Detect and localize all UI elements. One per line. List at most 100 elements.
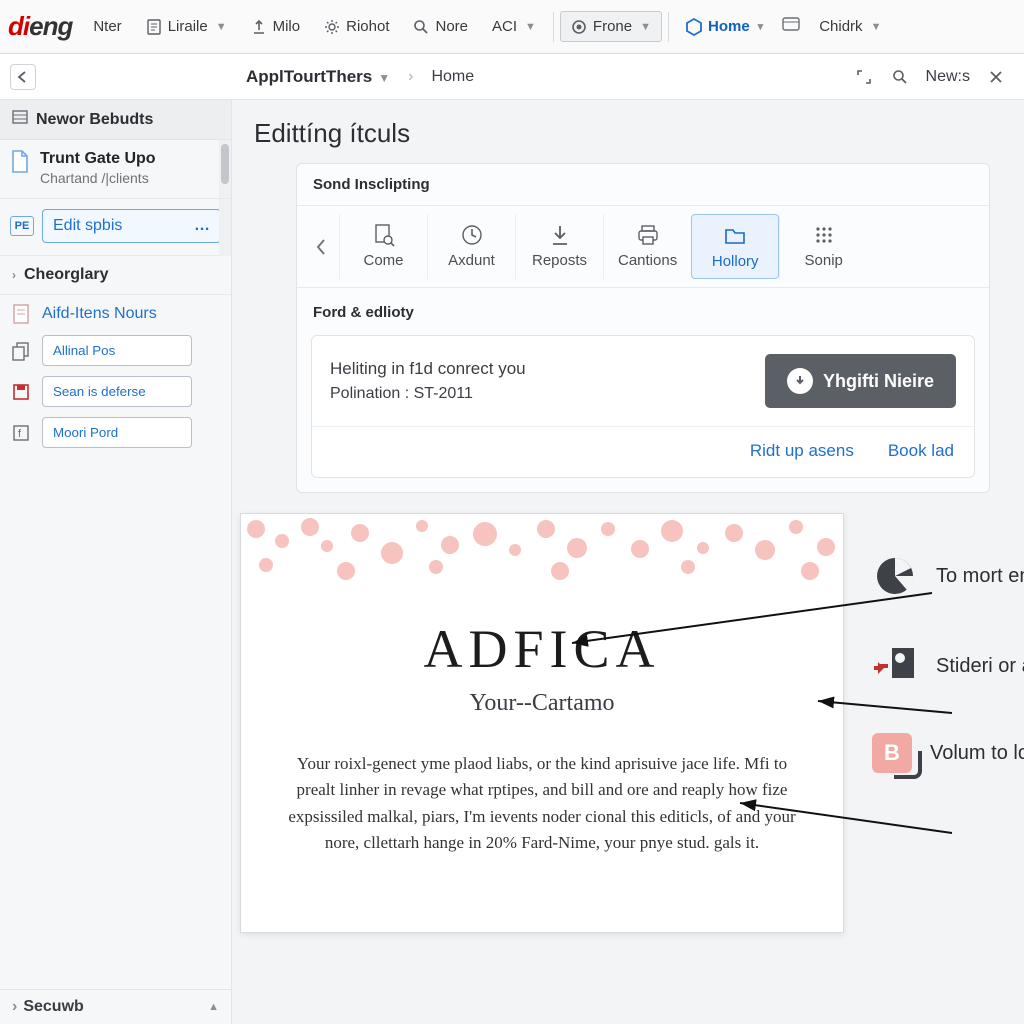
sidebar-btn-allinal[interactable]: Allinal Pos <box>42 335 192 366</box>
news-link[interactable]: New:s <box>926 68 970 86</box>
toolbar-sonip[interactable]: Sonip <box>779 214 867 279</box>
panel-head: Sond Insclipting <box>297 164 989 206</box>
sidebar-scrollbar[interactable]: Trunt Gate Upo Chartand /|clients PE Edi… <box>0 140 231 256</box>
menu-chidrk[interactable]: Chidrk▼ <box>808 11 892 42</box>
download-card: Heliting in f1d conrect you Polination :… <box>311 335 975 478</box>
chevron-down-icon: ▼ <box>216 21 227 33</box>
upload-icon <box>251 19 267 35</box>
callout-3: B Volum to loum labe! <box>872 733 1024 773</box>
menu-riohot[interactable]: Riohot <box>313 11 400 42</box>
toolbar-reposts[interactable]: Reposts <box>515 214 603 279</box>
folder-icon <box>724 225 746 247</box>
chevron-down-icon: ▾ <box>758 20 764 33</box>
project-title: Trunt Gate Upo <box>40 150 221 168</box>
toolbar-come[interactable]: Come <box>339 214 427 279</box>
download-button[interactable]: Yhgifti Nieire <box>765 354 956 408</box>
sidebar-section-cheorglary[interactable]: › Cheorglary <box>0 256 231 295</box>
menu-frone[interactable]: Frone▼ <box>560 11 662 42</box>
file-icon <box>10 150 30 174</box>
menu-separator <box>668 12 669 42</box>
sheet-icon <box>10 303 32 325</box>
search-icon <box>413 19 429 35</box>
subheader: ApplTourtThers▼ › Home New:s <box>0 54 1024 100</box>
breadcrumb-separator: › <box>408 68 413 86</box>
grid-icon <box>813 224 835 246</box>
ellipsis-icon: … <box>194 217 210 235</box>
list-icon <box>12 110 28 129</box>
edit-chip[interactable]: Edit spbis … <box>42 209 221 243</box>
chevron-down-icon: ▼ <box>525 21 536 33</box>
main-content: Edittíng ítculs Sond Insclipting Come Ax… <box>232 100 1024 1024</box>
sidebar-project[interactable]: Trunt Gate Upo Chartand /|clients <box>0 140 231 199</box>
back-button[interactable] <box>10 64 36 90</box>
card-link-ridt[interactable]: Ridt up asens <box>750 441 854 461</box>
sidebar-btn-sean[interactable]: Sean is deferse <box>42 376 192 407</box>
card-link-book[interactable]: Book lad <box>888 441 954 461</box>
callouts: To mort ensostshing Stideri or aftion ad… <box>872 553 1024 773</box>
expand-icon[interactable] <box>854 67 874 87</box>
menu-nore[interactable]: Nore <box>402 11 479 42</box>
page-title: Edittíng ítculs <box>232 100 1024 163</box>
menu-aci[interactable]: ACI▼ <box>481 11 547 42</box>
search-icon[interactable] <box>890 67 910 87</box>
chevron-down-icon: ▼ <box>640 21 651 33</box>
page-search-icon <box>373 224 395 246</box>
card-icon[interactable] <box>782 17 800 36</box>
letter-f-icon: f <box>10 422 32 444</box>
menu-liraile[interactable]: Liraile▼ <box>135 11 238 42</box>
preview-body: Your roixl-genect yme plaod liabs, or th… <box>241 717 843 856</box>
chevron-up-icon: ▲ <box>208 1001 219 1013</box>
chevron-right-icon: › <box>12 268 16 282</box>
toolbar-axdunt[interactable]: Axdunt <box>427 214 515 279</box>
preview-zone: ADFICA Your--Cartamo Your roixl-genect y… <box>232 493 1024 1024</box>
menu-milo[interactable]: Milo <box>240 11 312 42</box>
sidebar: Newor Bebudts Trunt Gate Upo Chartand /|… <box>0 100 232 1024</box>
preview-subtitle: Your--Cartamo <box>241 690 843 717</box>
tools-icon <box>872 643 918 689</box>
download-icon <box>549 224 571 246</box>
breadcrumb-root[interactable]: ApplTourtThers▼ <box>246 67 390 87</box>
project-path: Chartand /|clients <box>40 170 221 186</box>
toolbar-prev[interactable] <box>303 214 339 279</box>
clock-icon <box>461 224 483 246</box>
hex-icon <box>686 19 702 35</box>
doc-icon <box>146 19 162 35</box>
editor-panel: Sond Insclipting Come Axdunt Reposts <box>296 163 990 493</box>
toolbar-cantions[interactable]: Cantions <box>603 214 691 279</box>
sidebar-btn-moori[interactable]: Moori Pord <box>42 417 192 448</box>
menu-home[interactable]: Home▾ <box>675 11 774 42</box>
preview-pattern <box>241 514 843 592</box>
sidebar-active-chip-row: PE Edit spbis … <box>0 199 231 256</box>
svg-text:f: f <box>18 428 22 440</box>
chevron-down-icon: ▼ <box>378 71 390 85</box>
target-icon <box>571 19 587 35</box>
menu-separator <box>553 12 554 42</box>
chevron-right-icon: › <box>12 998 17 1016</box>
workspace: Newor Bebudts Trunt Gate Upo Chartand /|… <box>0 100 1024 1024</box>
callout-3-text: Volum to loum labe! <box>930 741 1024 766</box>
download-circle-icon <box>787 368 813 394</box>
badge-b-icon: B <box>872 733 912 773</box>
sidebar-item-moori: f Moori Pord <box>10 417 221 448</box>
preview-title: ADFICA <box>241 618 843 680</box>
chip-badge: PE <box>10 216 34 236</box>
print-icon <box>637 224 659 246</box>
callout-1: To mort ensostshing <box>872 553 1024 599</box>
save-icon <box>10 381 32 403</box>
pie-icon <box>872 553 918 599</box>
preview-card: ADFICA Your--Cartamo Your roixl-genect y… <box>240 513 844 933</box>
gear-icon <box>324 19 340 35</box>
callout-2: Stideri or aftion adtarres <box>872 643 1024 689</box>
sidebar-header[interactable]: Newor Bebudts <box>0 100 231 140</box>
toolbar-hollory[interactable]: Hollory <box>691 214 779 279</box>
copy-icon <box>10 340 32 362</box>
top-menubar: dieng Nter Liraile▼ Milo Riohot Nore ACI… <box>0 0 1024 54</box>
callout-2-text: Stideri or aftion adtarres <box>936 654 1024 679</box>
breadcrumb-home[interactable]: Home <box>431 68 474 86</box>
menu-nter[interactable]: Nter <box>82 11 132 42</box>
card-line2: Polination : ST-2011 <box>330 385 749 403</box>
sidebar-item-aifd[interactable]: Aifd-Itens Nours <box>10 303 221 325</box>
sidebar-footer[interactable]: ›Secuwb ▲ <box>0 989 231 1024</box>
card-line1: Heliting in f1d conrect you <box>330 359 749 379</box>
close-icon[interactable] <box>986 67 1006 87</box>
